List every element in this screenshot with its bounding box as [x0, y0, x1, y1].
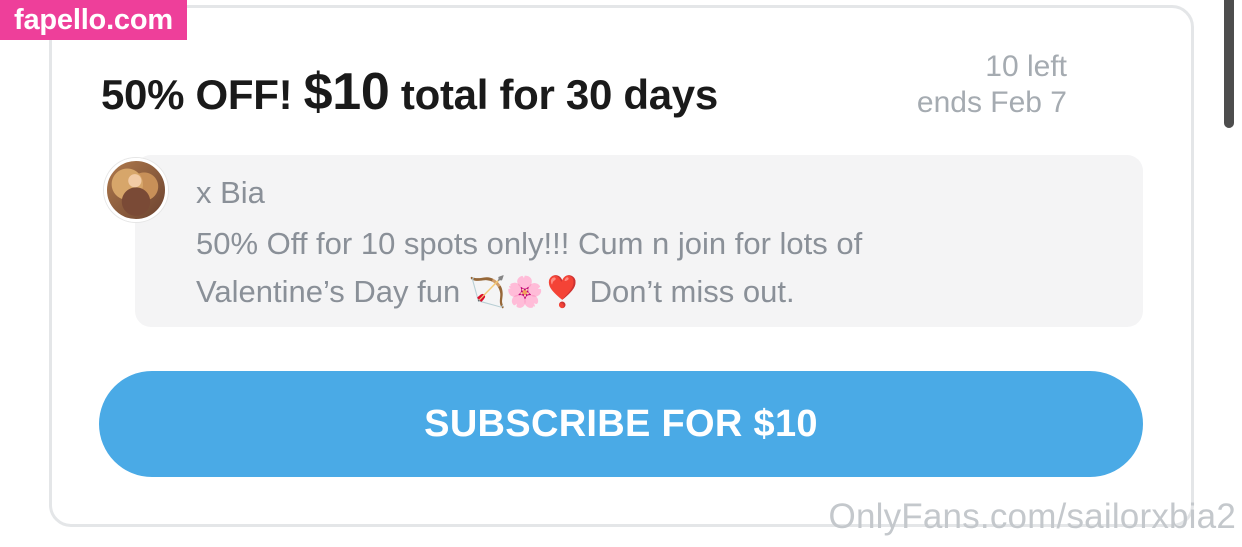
subscribe-button[interactable]: SUBSCRIBE FOR $10: [99, 371, 1143, 477]
message-line-2-end: Don’t miss out.: [589, 274, 795, 309]
message-line-1: 50% Off for 10 spots only!!! Cum n join …: [196, 226, 863, 261]
message-line-2-start: Valentine’s Day fun: [196, 274, 461, 309]
scrollbar-thumb[interactable]: [1224, 0, 1234, 128]
message-emojis: 🏹🌸❣️: [468, 275, 581, 310]
sender-name[interactable]: x Bia: [196, 175, 265, 211]
offer-title-prefix: 50% OFF!: [101, 71, 293, 118]
offer-meta: 10 left ends Feb 7: [917, 49, 1067, 121]
offer-end-date: ends Feb 7: [916, 86, 1067, 119]
offer-title-price: $10: [303, 63, 390, 121]
offer-title: 50% OFF! $10 total for 30 days: [101, 62, 718, 122]
spots-left: 10 left: [985, 50, 1067, 83]
message-line-2: Valentine’s Day fun 🏹🌸❣️ Don’t miss out.: [196, 268, 1026, 317]
url-watermark: OnlyFans.com/sailorxbia2: [828, 497, 1236, 536]
promo-message-text: 50% Off for 10 spots only!!! Cum n join …: [196, 220, 1026, 317]
site-watermark-badge: fapello.com: [0, 0, 187, 40]
avatar[interactable]: [104, 158, 168, 222]
offer-title-suffix: total for 30 days: [400, 71, 718, 118]
screenshot-stage: 50% OFF! $10 total for 30 days 10 left e…: [0, 0, 1242, 547]
